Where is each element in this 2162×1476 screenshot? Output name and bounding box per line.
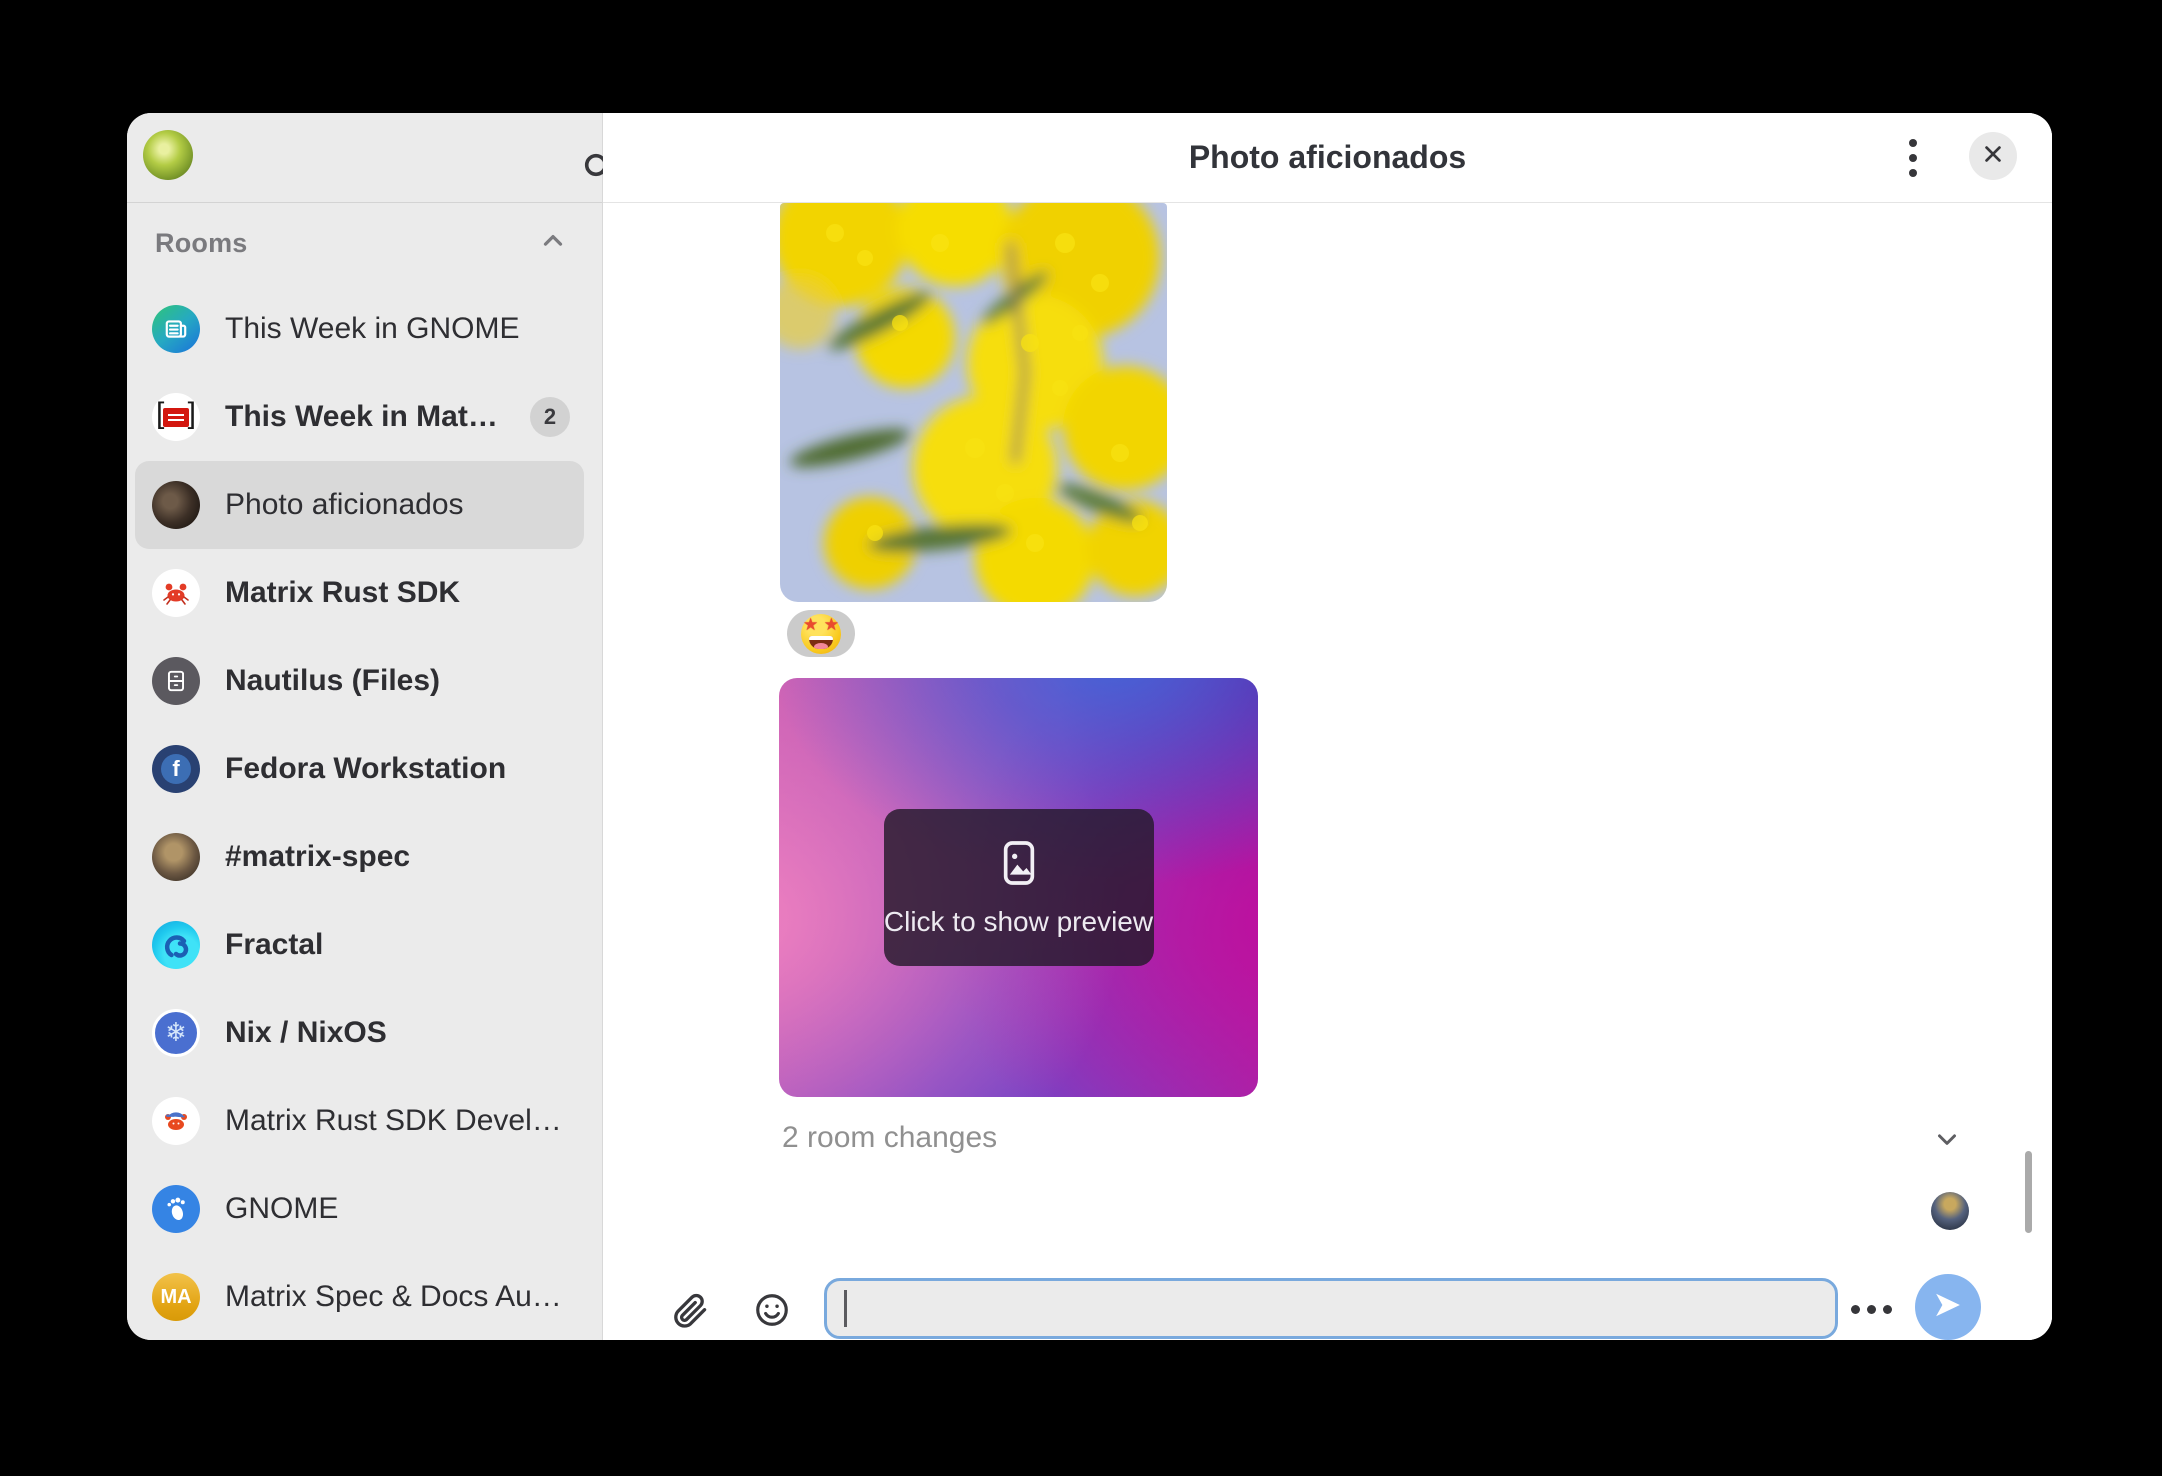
fractal-window: Rooms This Week in GNOME (127, 113, 2052, 1340)
sidebar-item-matrix-spec[interactable]: #matrix-spec (135, 813, 584, 901)
sidebar: Rooms This Week in GNOME (127, 113, 603, 1340)
read-receipt-avatar (1931, 1192, 1969, 1230)
room-label: Matrix Rust SDK Devel… (225, 1104, 562, 1138)
bracket-glyph: ] (188, 397, 196, 431)
scrollbar[interactable] (2025, 1151, 2032, 1233)
emoji-button[interactable] (751, 1291, 793, 1333)
room-label: This Week in Mat… (225, 400, 498, 434)
room-label: Fractal (225, 928, 323, 962)
chevron-up-icon[interactable] (538, 226, 568, 261)
room-avatar-initials: MA (152, 1273, 200, 1321)
star-struck-emoji-icon: ★★ (801, 614, 841, 654)
more-options-button[interactable] (1846, 1294, 1896, 1324)
message-timeline: ★★ Click to show preview (603, 203, 2052, 1340)
sidebar-item-this-week-in-matrix[interactable]: [ ] This Week in Mat… 2 (135, 373, 584, 461)
message-input[interactable] (824, 1278, 1838, 1339)
preview-label: Click to show preview (884, 906, 1153, 938)
account-avatar[interactable] (143, 130, 193, 180)
room-avatar-fedora-logo: f (152, 745, 200, 793)
room-avatar-gnome-foot-icon (152, 1185, 200, 1233)
room-label: #matrix-spec (225, 840, 410, 874)
sidebar-headerbar (127, 113, 602, 203)
send-icon (1933, 1290, 1963, 1325)
unread-badge: 2 (530, 397, 570, 437)
fedora-glyph: f (161, 754, 191, 784)
room-view: Photo aficionados (603, 113, 2052, 1340)
room-avatar-thisweek-logo: [ ] (152, 393, 200, 441)
image-message-mimosa-photo[interactable] (780, 203, 1167, 602)
close-icon (1982, 143, 2004, 170)
room-avatar-snowflake-icon: ❄ (152, 1009, 200, 1057)
snowflake-glyph: ❄ (165, 1020, 187, 1046)
collapsed-events-label: 2 room changes (782, 1121, 997, 1155)
room-headerbar: Photo aficionados (603, 113, 2052, 203)
redbox-glyph (163, 408, 189, 427)
sidebar-item-matrix-spec-docs[interactable]: MA Matrix Spec & Docs Au… (135, 1253, 584, 1340)
room-label: Matrix Spec & Docs Au… (225, 1280, 562, 1314)
text-caret (844, 1290, 847, 1327)
room-avatar-portrait-photo (152, 833, 200, 881)
room-label: Photo aficionados (225, 488, 464, 522)
smiley-icon (753, 1291, 791, 1334)
room-avatar-crab-with-cap-icon (152, 1097, 200, 1145)
reaction-star-struck[interactable]: ★★ (787, 610, 855, 657)
show-preview-button[interactable]: Click to show preview (884, 809, 1154, 966)
room-avatar-newspaper-icon (152, 305, 200, 353)
sidebar-item-fractal[interactable]: Fractal (135, 901, 584, 989)
page-title: Photo aficionados (1189, 139, 1466, 176)
room-label: Nautilus (Files) (225, 664, 440, 698)
sidebar-item-photo-aficionados[interactable]: Photo aficionados (135, 461, 584, 549)
room-avatar-camera-photo (152, 481, 200, 529)
message-composer (603, 1240, 2052, 1340)
room-avatar-crab-icon (152, 569, 200, 617)
room-list: This Week in GNOME [ ] This Week in Mat…… (127, 283, 602, 1340)
sidebar-item-this-week-in-gnome[interactable]: This Week in GNOME (135, 285, 584, 373)
room-avatar-fractal-logo (152, 921, 200, 969)
sidebar-item-fedora-workstation[interactable]: f Fedora Workstation (135, 725, 584, 813)
close-button[interactable] (1969, 132, 2017, 180)
sidebar-item-matrix-rust-sdk[interactable]: Matrix Rust SDK (135, 549, 584, 637)
room-label: Nix / NixOS (225, 1016, 387, 1050)
room-menu-button[interactable] (1891, 136, 1935, 180)
sidebar-item-matrix-rust-sdk-developers[interactable]: Matrix Rust SDK Devel… (135, 1077, 584, 1165)
room-label: Matrix Rust SDK (225, 576, 460, 610)
paperclip-icon (671, 1292, 709, 1335)
hidden-media-preview[interactable]: Click to show preview (779, 678, 1258, 1097)
send-button[interactable] (1915, 1274, 1981, 1340)
room-label: GNOME (225, 1192, 338, 1226)
bracket-glyph: [ (156, 397, 164, 431)
room-label: This Week in GNOME (225, 312, 520, 346)
rooms-section-label: Rooms (155, 228, 248, 259)
kebab-icon (1909, 139, 1917, 177)
room-avatar-file-cabinet-icon (152, 657, 200, 705)
sidebar-item-nix-nixos[interactable]: ❄ Nix / NixOS (135, 989, 584, 1077)
sidebar-item-gnome[interactable]: GNOME (135, 1165, 584, 1253)
room-label: Fedora Workstation (225, 752, 506, 786)
attach-button[interactable] (669, 1292, 711, 1334)
collapsed-events-row[interactable]: 2 room changes (603, 1118, 2052, 1166)
rooms-section-header[interactable]: Rooms (127, 203, 602, 283)
image-icon (999, 837, 1039, 894)
chevron-down-icon[interactable] (1932, 1124, 1962, 1154)
sidebar-item-nautilus[interactable]: Nautilus (Files) (135, 637, 584, 725)
